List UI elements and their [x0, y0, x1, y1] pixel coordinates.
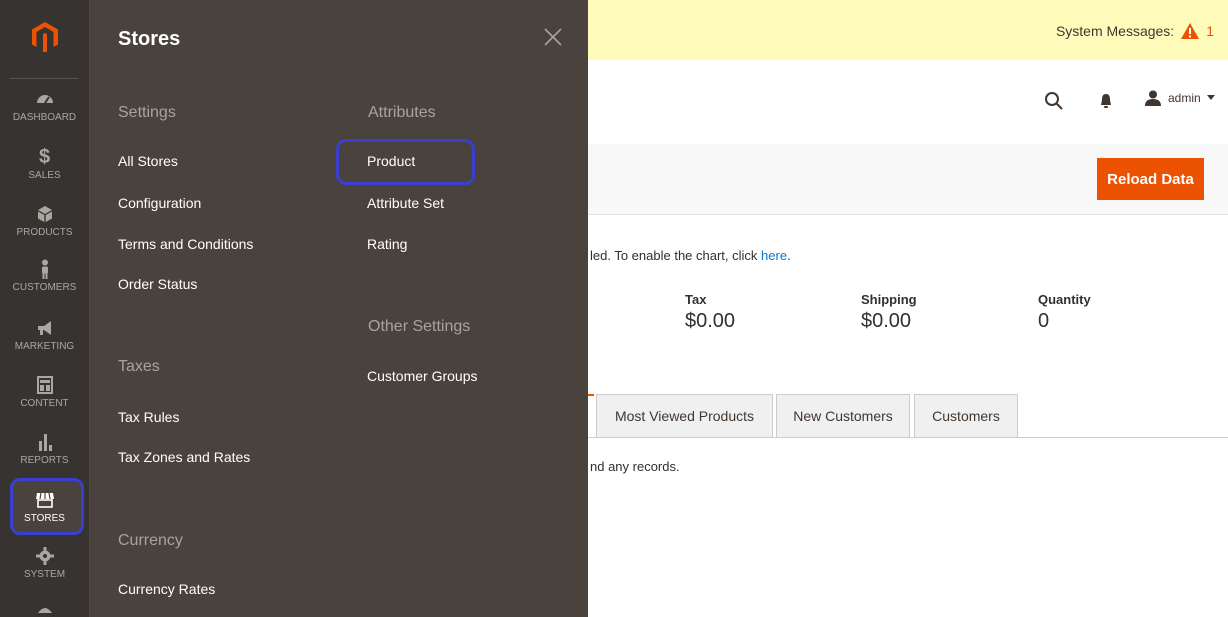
section-title-other-settings: Other Settings: [368, 318, 471, 335]
reload-data-button[interactable]: Reload Data: [1097, 158, 1204, 200]
person-icon: [41, 259, 48, 279]
system-messages-bar: System Messages: 1: [588, 0, 1228, 60]
nav-item-marketing[interactable]: MARKETING: [0, 317, 89, 352]
menu-link-rating[interactable]: Rating: [367, 236, 407, 252]
nav-label: REPORTS: [20, 455, 69, 466]
stat-value: $0.00: [861, 310, 912, 332]
nav-item-reports[interactable]: REPORTS: [0, 431, 89, 466]
admin-nav-rail: DASHBOARD $ SALES PRODUCTS CUSTOMERS MAR…: [0, 0, 90, 617]
megaphone-icon: [37, 321, 51, 335]
nav-label: SALES: [28, 170, 61, 181]
stat-value: 0: [1038, 310, 1050, 332]
tab-customers[interactable]: Customers: [914, 394, 1018, 437]
stat-label: Quantity: [1038, 292, 1091, 307]
nav-item-products[interactable]: PRODUCTS: [0, 203, 89, 238]
stat-label: Shipping: [861, 292, 917, 307]
tab-most-viewed-products[interactable]: Most Viewed Products: [596, 394, 773, 437]
stat-tax: Tax $0.00: [685, 292, 735, 333]
magento-logo-icon[interactable]: [32, 22, 58, 52]
menu-link-tax-zones-and-rates[interactable]: Tax Zones and Rates: [118, 449, 250, 465]
no-records-message: nd any records.: [590, 459, 680, 474]
chart-disabled-note: led. To enable the chart, click here.: [590, 248, 791, 263]
nav-label: PRODUCTS: [16, 227, 73, 238]
tab-new-customers[interactable]: New Customers: [776, 394, 910, 437]
nav-label: SYSTEM: [23, 569, 66, 580]
page-actions-bar: Reload Data: [588, 144, 1228, 215]
menu-link-product[interactable]: Product: [367, 153, 415, 169]
active-tab-edge: [588, 394, 594, 396]
bar-chart-icon: [38, 434, 52, 451]
nav-item-system[interactable]: SYSTEM: [0, 545, 89, 580]
layout-icon: [36, 376, 53, 394]
storefront-icon: [35, 492, 54, 508]
section-title-currency: Currency: [118, 532, 183, 549]
menu-link-attribute-set[interactable]: Attribute Set: [367, 195, 444, 211]
nav-label: DASHBOARD: [12, 112, 77, 123]
section-title-settings: Settings: [118, 104, 176, 121]
chart-note-text: led. To enable the chart, click: [590, 248, 762, 263]
admin-user-menu[interactable]: admin: [1144, 90, 1215, 106]
stat-label: Tax: [685, 292, 707, 307]
nav-label: CONTENT: [20, 398, 69, 409]
menu-link-all-stores[interactable]: All Stores: [118, 153, 178, 169]
nav-label: CUSTOMERS: [12, 282, 77, 293]
system-messages-count: 1: [1206, 23, 1214, 39]
chart-note-suffix: .: [787, 248, 791, 263]
partners-icon[interactable]: [36, 603, 54, 617]
rail-divider: [10, 78, 78, 79]
stat-quantity: Quantity 0: [1038, 292, 1091, 333]
close-icon[interactable]: [542, 26, 564, 48]
menu-link-order-status[interactable]: Order Status: [118, 276, 197, 292]
panel-title: Stores: [118, 28, 181, 50]
nav-item-dashboard[interactable]: DASHBOARD: [0, 88, 89, 123]
section-title-taxes: Taxes: [118, 358, 160, 375]
nav-item-sales[interactable]: $ SALES: [0, 146, 89, 181]
menu-link-terms-and-conditions[interactable]: Terms and Conditions: [118, 236, 253, 252]
chevron-down-icon: [1206, 95, 1215, 100]
nav-label: MARKETING: [14, 341, 75, 352]
menu-link-configuration[interactable]: Configuration: [118, 195, 201, 211]
system-messages-label: System Messages:: [1055, 23, 1175, 39]
nav-label: STORES: [24, 513, 65, 524]
user-icon: [1145, 90, 1161, 106]
bell-icon[interactable]: [1098, 92, 1114, 110]
menu-link-currency-rates[interactable]: Currency Rates: [118, 581, 215, 597]
nav-item-customers[interactable]: CUSTOMERS: [0, 258, 89, 293]
section-title-attributes: Attributes: [368, 104, 436, 121]
stat-shipping: Shipping $0.00: [861, 292, 917, 333]
enable-chart-link[interactable]: here: [761, 248, 787, 263]
warning-icon: [1181, 23, 1200, 39]
speedometer-icon: [36, 95, 53, 104]
nav-item-content[interactable]: CONTENT: [0, 374, 89, 409]
search-icon[interactable]: [1044, 91, 1064, 111]
page-header: admin: [588, 60, 1228, 144]
nav-item-stores[interactable]: STORES: [0, 489, 89, 524]
system-messages[interactable]: System Messages: 1: [1056, 22, 1214, 40]
menu-link-tax-rules[interactable]: Tax Rules: [118, 409, 179, 425]
cube-icon: [37, 206, 52, 222]
gear-icon: [35, 547, 54, 565]
admin-username: admin: [1168, 91, 1201, 105]
stat-value: $0.00: [685, 310, 736, 332]
stores-flyout-panel: Stores Settings All Stores Configuration…: [90, 0, 588, 617]
tabs-divider: [588, 437, 1228, 438]
dollar-icon: $: [38, 146, 51, 168]
menu-link-customer-groups[interactable]: Customer Groups: [367, 368, 477, 384]
